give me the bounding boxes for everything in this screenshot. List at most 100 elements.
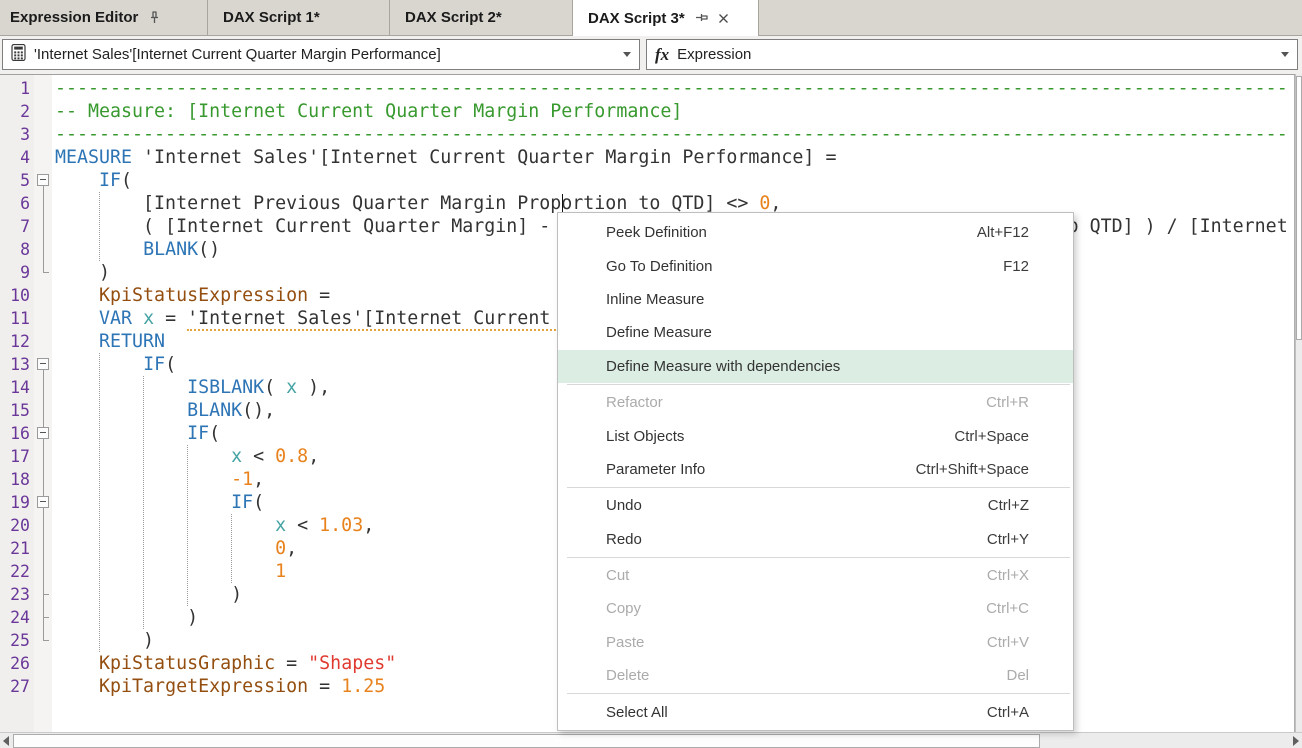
code-line-10[interactable]: KpiStatusExpression = bbox=[55, 284, 330, 307]
fold-collapse-box[interactable] bbox=[37, 174, 49, 186]
menu-item-define-measure[interactable]: Define Measure bbox=[558, 316, 1073, 349]
menu-item-label: List Objects bbox=[606, 428, 684, 445]
code-token: , bbox=[286, 538, 297, 559]
code-line-13[interactable]: IF( bbox=[55, 353, 176, 376]
tab-expression-editor[interactable]: Expression Editor bbox=[0, 0, 208, 35]
code-line-25[interactable]: ) bbox=[55, 629, 154, 652]
line-number: 8 bbox=[0, 238, 30, 261]
measure-selector[interactable]: 'Internet Sales'[Internet Current Quarte… bbox=[2, 39, 640, 70]
code-token: 'Internet Sales'[Internet Current Quarte… bbox=[132, 147, 836, 168]
line-number: 16 bbox=[0, 422, 30, 445]
horizontal-scrollbar[interactable] bbox=[0, 732, 1302, 748]
vertical-scrollbar[interactable] bbox=[1295, 74, 1302, 732]
code-line-1[interactable]: ----------------------------------------… bbox=[55, 77, 1288, 100]
line-number: 11 bbox=[0, 307, 30, 330]
code-token: x bbox=[231, 446, 242, 467]
code-token bbox=[55, 538, 275, 559]
code-token: (), bbox=[242, 400, 275, 421]
menu-item-redo[interactable]: RedoCtrl+Y bbox=[558, 523, 1073, 556]
menu-item-parameter-info[interactable]: Parameter InfoCtrl+Shift+Space bbox=[558, 453, 1073, 486]
scroll-right-arrow-icon[interactable] bbox=[1293, 736, 1299, 746]
tab-label: Expression Editor bbox=[10, 9, 138, 26]
code-line-22[interactable]: 1 bbox=[55, 560, 286, 583]
code-line-24[interactable]: ) bbox=[55, 606, 198, 629]
menu-item-list-objects[interactable]: List Objects Ctrl+Space bbox=[558, 419, 1073, 452]
code-line-8[interactable]: BLANK() bbox=[55, 238, 220, 261]
menu-item-select-all[interactable]: Select AllCtrl+A bbox=[558, 695, 1073, 728]
code-line-21[interactable]: 0, bbox=[55, 537, 297, 560]
code-token: RETURN bbox=[99, 331, 165, 352]
menu-item-label: Cut bbox=[606, 567, 629, 584]
code-line-27[interactable]: KpiTargetExpression = 1.25 bbox=[55, 675, 385, 698]
dropdown-arrow-icon[interactable] bbox=[623, 52, 631, 57]
tab-dax-script-2[interactable]: DAX Script 2* bbox=[390, 0, 573, 35]
close-icon[interactable] bbox=[718, 13, 729, 24]
scroll-left-arrow-icon[interactable] bbox=[3, 736, 9, 746]
line-number: 19 bbox=[0, 491, 30, 514]
code-line-20[interactable]: x < 1.03, bbox=[55, 514, 374, 537]
code-line-15[interactable]: BLANK(), bbox=[55, 399, 275, 422]
menu-item-shortcut: Ctrl+A bbox=[987, 704, 1029, 721]
line-number: 9 bbox=[0, 261, 30, 284]
line-number: 22 bbox=[0, 560, 30, 583]
code-token: IF bbox=[231, 492, 253, 513]
code-token bbox=[55, 400, 187, 421]
tab-dax-script-3[interactable]: DAX Script 3* bbox=[573, 0, 759, 36]
menu-item-paste[interactable]: PasteCtrl+V bbox=[558, 626, 1073, 659]
line-number: 4 bbox=[0, 146, 30, 169]
code-line-16[interactable]: IF( bbox=[55, 422, 220, 445]
menu-separator bbox=[567, 487, 1070, 488]
horizontal-scrollbar-thumb[interactable] bbox=[13, 734, 1040, 748]
code-token: ) bbox=[55, 584, 242, 605]
code-token bbox=[55, 354, 143, 375]
menu-item-define-measure-with-dependencies[interactable]: Define Measure with dependencies bbox=[558, 350, 1073, 383]
menu-item-shortcut: Ctrl+Y bbox=[987, 531, 1029, 548]
code-line-4[interactable]: MEASURE 'Internet Sales'[Internet Curren… bbox=[55, 146, 836, 169]
vertical-scrollbar-thumb[interactable] bbox=[1296, 76, 1302, 340]
menu-item-copy[interactable]: CopyCtrl+C bbox=[558, 592, 1073, 625]
code-line-2[interactable]: -- Measure: [Internet Current Quarter Ma… bbox=[55, 100, 682, 123]
code-line-18[interactable]: -1, bbox=[55, 468, 264, 491]
code-line-19[interactable]: IF( bbox=[55, 491, 264, 514]
code-line-17[interactable]: x < 0.8, bbox=[55, 445, 319, 468]
code-line-12[interactable]: RETURN bbox=[55, 330, 165, 353]
code-token bbox=[55, 653, 99, 674]
code-line-14[interactable]: ISBLANK( x ), bbox=[55, 376, 330, 399]
menu-item-label: Go To Definition bbox=[606, 258, 712, 275]
tab-label: DAX Script 2* bbox=[405, 9, 502, 26]
dropdown-arrow-icon[interactable] bbox=[1281, 52, 1289, 57]
menu-item-shortcut: Ctrl+Space bbox=[954, 428, 1029, 445]
menu-item-undo[interactable]: UndoCtrl+Z bbox=[558, 489, 1073, 522]
menu-item-cut[interactable]: CutCtrl+X bbox=[558, 559, 1073, 592]
line-number: 27 bbox=[0, 675, 30, 698]
tab-dax-script-1[interactable]: DAX Script 1* bbox=[208, 0, 390, 35]
pin-icon[interactable] bbox=[695, 11, 708, 25]
line-number: 15 bbox=[0, 399, 30, 422]
calculator-icon bbox=[11, 44, 26, 66]
menu-item-shortcut: Ctrl+Shift+Space bbox=[916, 461, 1029, 478]
expression-selector[interactable]: fx Expression bbox=[646, 39, 1298, 70]
fold-collapse-box[interactable] bbox=[37, 358, 49, 370]
code-line-23[interactable]: ) bbox=[55, 583, 242, 606]
menu-item-refactor[interactable]: RefactorCtrl+R bbox=[558, 386, 1073, 419]
pin-icon[interactable] bbox=[148, 11, 161, 25]
menu-item-delete[interactable]: DeleteDel bbox=[558, 659, 1073, 692]
code-token bbox=[55, 469, 231, 490]
context-menu: Peek DefinitionAlt+F12Go To DefinitionF1… bbox=[557, 212, 1074, 731]
code-token: ( bbox=[121, 170, 132, 191]
fold-collapse-box[interactable] bbox=[37, 427, 49, 439]
code-line-9[interactable]: ) bbox=[55, 261, 110, 284]
code-token: ) bbox=[55, 262, 110, 283]
code-line-5[interactable]: IF( bbox=[55, 169, 132, 192]
code-token: MEASURE bbox=[55, 147, 132, 168]
code-token: KpiStatusExpression bbox=[99, 285, 308, 306]
code-line-26[interactable]: KpiStatusGraphic = "Shapes" bbox=[55, 652, 396, 675]
fold-collapse-box[interactable] bbox=[37, 496, 49, 508]
menu-item-inline-measure[interactable]: Inline Measure bbox=[558, 283, 1073, 316]
menu-item-peek-definition[interactable]: Peek DefinitionAlt+F12 bbox=[558, 216, 1073, 249]
code-line-3[interactable]: ----------------------------------------… bbox=[55, 123, 1288, 146]
menu-item-go-to-definition[interactable]: Go To DefinitionF12 bbox=[558, 249, 1073, 282]
line-number: 18 bbox=[0, 468, 30, 491]
menu-separator bbox=[567, 557, 1070, 558]
code-token: , bbox=[253, 469, 264, 490]
